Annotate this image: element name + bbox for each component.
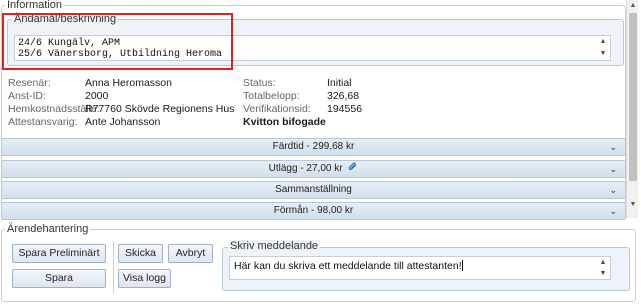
traveller-value: Anna Heromasson (85, 77, 172, 89)
section-travel-time-label: Färdtid - 299,68 kr (272, 141, 355, 152)
cost-center-value: R77760 Skövde Regionens Hus (85, 103, 235, 115)
approver-label: Attestansvarig: (8, 116, 78, 128)
chevron-down-icon: ⌄ (609, 206, 617, 216)
section-expenses-label: Utlägg - 27,00 kr (268, 163, 343, 174)
button-separator (113, 241, 114, 293)
traveller-label: Resenär: (8, 77, 51, 89)
purpose-line-1: 24/6 Kungälv, APM (18, 38, 121, 49)
purpose-line-2: 25/6 Vänersborg, Utbildning Heroma (18, 49, 223, 60)
send-button[interactable]: Skicka (118, 244, 163, 263)
chevron-down-icon: ⌄ (609, 164, 617, 174)
total-label: Totalbelopp: (243, 90, 300, 102)
save-button[interactable]: Spara (12, 269, 106, 288)
section-benefits-label: Förmån - 98,00 kr (273, 205, 354, 216)
message-textarea[interactable]: Här kan du skriva ett meddelande till at… (229, 256, 611, 280)
section-summary-label: Sammanställning (275, 184, 352, 195)
information-legend: Information (5, 0, 65, 11)
approver-value: Ante Johansson (85, 116, 161, 128)
paperclip-icon (349, 162, 357, 171)
message-text: Här kan du skriva ett meddelande till at… (234, 260, 462, 272)
scroll-up-icon[interactable]: ▲ (627, 1, 639, 11)
scrollbar-thumb[interactable] (629, 13, 637, 181)
verification-id-value: 194556 (327, 103, 363, 115)
section-summary[interactable]: Sammanställning ⌄ (1, 181, 626, 199)
page-scrollbar[interactable]: ▲ ▼ (626, 0, 638, 218)
total-value: 326,68 (327, 90, 360, 102)
status-label: Status: (243, 77, 276, 89)
scroll-down-icon[interactable]: ▼ (627, 200, 639, 210)
save-preliminary-button[interactable]: Spara Preliminärt (12, 244, 106, 263)
scroll-down-icon[interactable]: ▼ (598, 49, 608, 59)
verification-id-label: Verifikationsid: (243, 103, 311, 115)
section-benefits[interactable]: Förmån - 98,00 kr ⌄ (1, 202, 626, 220)
section-travel-time[interactable]: Färdtid - 299,68 kr ⌄ (1, 138, 626, 156)
purpose-textarea[interactable]: 24/6 Kungälv, APM 25/6 Vänersborg, Utbil… (14, 35, 611, 61)
purpose-legend: Ändamål/beskrivning (12, 13, 119, 25)
case-handling-legend: Ärendehantering (5, 223, 91, 235)
employee-id-label: Anst-ID: (8, 90, 46, 102)
receipts-note: Kvitton bifogade (243, 116, 326, 128)
section-expenses[interactable]: Utlägg - 27,00 kr ⌄ (1, 160, 626, 178)
chevron-down-icon: ⌄ (609, 142, 617, 152)
scroll-up-icon[interactable]: ▲ (598, 37, 608, 47)
message-legend: Skriv meddelande (228, 240, 321, 252)
chevron-down-icon: ⌄ (609, 185, 617, 195)
show-log-button[interactable]: Visa logg (118, 269, 171, 288)
status-value: Initial (327, 77, 352, 89)
employee-id-value: 2000 (85, 90, 109, 102)
scroll-up-icon[interactable]: ▲ (598, 258, 608, 268)
cancel-button[interactable]: Avbryt (168, 244, 213, 263)
text-caret (461, 260, 463, 271)
scroll-down-icon[interactable]: ▼ (598, 269, 608, 279)
